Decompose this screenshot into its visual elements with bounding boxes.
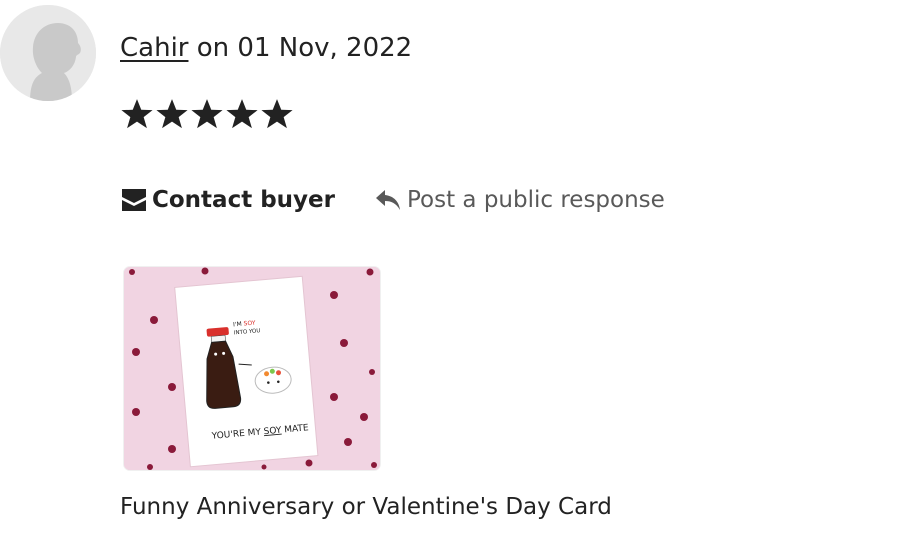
contact-buyer-button[interactable]: Contact buyer	[120, 186, 335, 214]
star-rating	[120, 96, 294, 132]
product-title[interactable]: Funny Anniversary or Valentine's Day Car…	[120, 490, 612, 524]
contact-buyer-label: Contact buyer	[152, 187, 335, 213]
post-public-response-button[interactable]: Post a public response	[375, 187, 665, 213]
product-thumbnail[interactable]: I'M SOY INTO YOU YOU'RE MY SOY MATE	[124, 267, 380, 470]
star-icon	[191, 99, 223, 129]
review-date: on 01 Nov, 2022	[188, 33, 413, 63]
reviewer-name-link[interactable]: Cahir	[120, 33, 188, 63]
star-icon	[226, 99, 258, 129]
star-icon	[121, 99, 153, 129]
envelope-icon	[122, 189, 146, 211]
avatar-placeholder-icon	[0, 5, 96, 101]
review-actions: Contact buyer Post a public response	[120, 186, 665, 214]
product-image: I'M SOY INTO YOU YOU'RE MY SOY MATE	[124, 267, 380, 470]
review-header: Cahir on 01 Nov, 2022	[120, 30, 412, 66]
star-icon	[156, 99, 188, 129]
reply-arrow-icon	[375, 190, 400, 210]
post-public-response-label: Post a public response	[406, 187, 665, 213]
reviewer-avatar[interactable]	[0, 5, 96, 101]
star-icon	[261, 99, 293, 129]
